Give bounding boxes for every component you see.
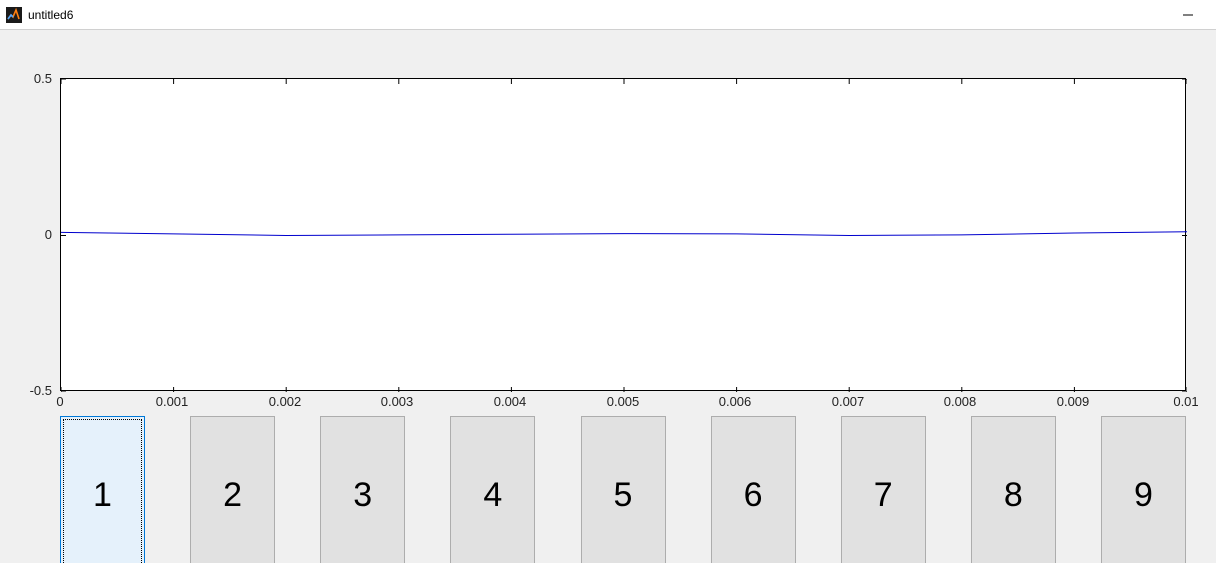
plot-canvas [61,79,1187,392]
digit-button-9[interactable]: 9 [1101,416,1186,563]
digit-button-7[interactable]: 7 [841,416,926,563]
ytick-label: -0.5 [12,383,52,398]
xtick-label: 0.01 [1173,394,1198,409]
xtick-label: 0.007 [832,394,865,409]
ytick-label: 0 [12,227,52,242]
xtick-label: 0.005 [607,394,640,409]
digit-button-2[interactable]: 2 [190,416,275,563]
digit-button-8[interactable]: 8 [971,416,1056,563]
xtick-label: 0.009 [1057,394,1090,409]
title-bar: untitled6 [0,0,1216,30]
digit-button-6[interactable]: 6 [711,416,796,563]
digit-button-1[interactable]: 1 [60,416,145,563]
digit-button-4[interactable]: 4 [450,416,535,563]
xtick-label: 0.002 [269,394,302,409]
xtick-label: 0 [56,394,63,409]
figure-body: 0.5 0 -0.5 0 0.001 0.002 0.003 0.004 0.0… [0,30,1216,563]
minimize-button[interactable] [1165,0,1210,30]
window-title: untitled6 [28,8,1165,22]
xtick-label: 0.006 [719,394,752,409]
matlab-icon [6,7,22,23]
digit-button-5[interactable]: 5 [581,416,666,563]
xtick-label: 0.008 [944,394,977,409]
button-row: 1 2 3 4 5 6 7 8 9 [60,416,1186,563]
plot-axes[interactable] [60,78,1186,391]
xtick-label: 0.003 [381,394,414,409]
digit-button-3[interactable]: 3 [320,416,405,563]
ytick-label: 0.5 [12,71,52,86]
xtick-label: 0.004 [494,394,527,409]
xtick-label: 0.001 [156,394,189,409]
